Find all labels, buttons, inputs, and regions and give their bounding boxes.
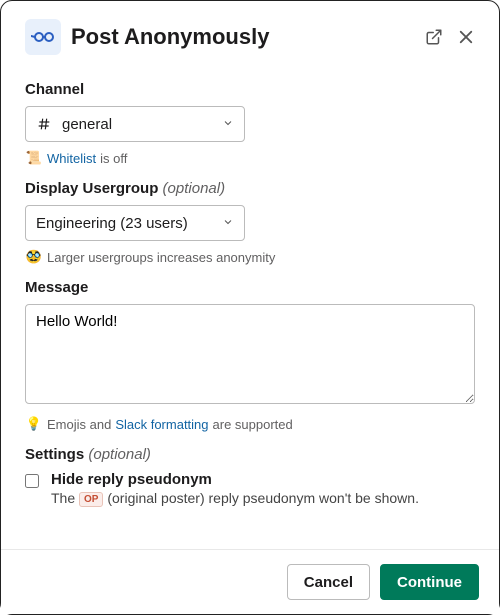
settings-label: Settings (optional) [25,446,475,463]
usergroup-label: Display Usergroup (optional) [25,180,475,197]
header-actions [425,28,475,46]
channel-label: Channel [25,81,475,98]
hide-pseudonym-desc: The OP (original poster) reply pseudonym… [51,490,419,507]
message-hint-suffix: are supported [213,417,293,432]
message-hint-prefix: Emojis and [47,417,111,432]
slack-formatting-link[interactable]: Slack formatting [115,417,208,432]
usergroup-value: Engineering (23 users) [36,215,214,232]
op-tag: OP [79,492,103,507]
modal-body: Channel general 📜 Whitelist is off Displ… [1,63,499,549]
channel-select[interactable]: general [25,106,245,142]
message-section: Message 💡 Emojis and Slack formatting ar… [25,279,475,432]
channel-section: Channel general 📜 Whitelist is off [25,81,475,166]
channel-value: general [62,116,214,133]
channel-hint-suffix: is off [100,151,127,166]
message-hint: 💡 Emojis and Slack formatting are suppor… [25,416,475,432]
chevron-down-icon [222,215,234,232]
message-input[interactable] [25,304,475,404]
usergroup-hint-text: Larger usergroups increases anonymity [47,250,275,265]
app-icon [25,19,61,55]
modal-header: Post Anonymously [1,1,499,63]
chevron-down-icon [222,116,234,133]
message-label: Message [25,279,475,296]
modal-footer: Cancel Continue [1,549,499,614]
whitelist-link[interactable]: Whitelist [47,151,96,166]
hide-pseudonym-checkbox[interactable] [25,474,39,488]
hide-pseudonym-label: Hide reply pseudonym [51,471,419,488]
channel-hint: 📜 Whitelist is off [25,150,475,166]
disguise-icon: 🥸 [25,249,43,265]
close-icon[interactable] [457,28,475,46]
open-externally-icon[interactable] [425,28,443,46]
settings-section: Settings (optional) Hide reply pseudonym… [25,446,475,507]
hide-pseudonym-row: Hide reply pseudonym The OP (original po… [25,471,475,507]
scroll-icon: 📜 [25,150,43,166]
usergroup-section: Display Usergroup (optional) Engineering… [25,180,475,265]
continue-button[interactable]: Continue [380,564,479,600]
bulb-icon: 💡 [25,416,43,432]
post-anonymously-modal: Post Anonymously Channel general [1,1,499,614]
usergroup-hint: 🥸 Larger usergroups increases anonymity [25,249,475,265]
usergroup-select[interactable]: Engineering (23 users) [25,205,245,241]
cancel-button[interactable]: Cancel [287,564,370,600]
modal-title: Post Anonymously [71,24,415,50]
hash-icon [36,115,54,133]
